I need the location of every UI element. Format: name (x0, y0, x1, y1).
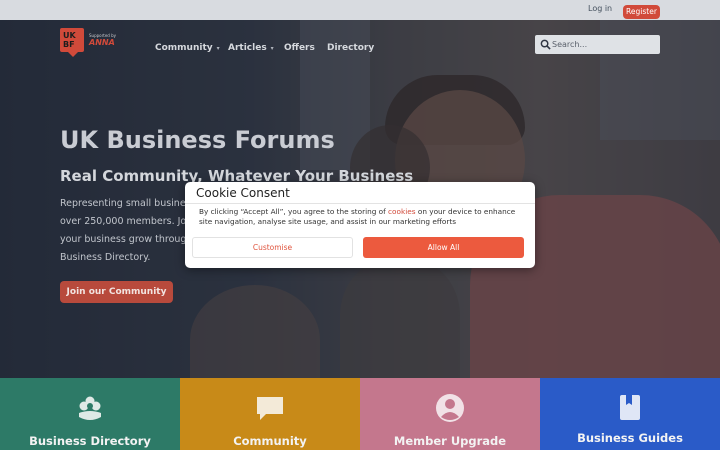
tile-community[interactable]: Community (180, 378, 360, 450)
tile-business-directory[interactable]: Business Directory (0, 378, 180, 450)
nav-item-articles[interactable]: Articles ▾ (228, 43, 274, 53)
chat-icon (257, 397, 283, 420)
cookie-consent-title: Cookie Consent (196, 186, 290, 200)
search-box[interactable] (535, 35, 660, 54)
customise-button[interactable]: Customise (192, 237, 353, 258)
hero-description-line: Representing small business (60, 198, 196, 209)
tile-member-upgrade[interactable]: Member Upgrade (360, 378, 540, 450)
hero-description-line: over 250,000 members. Join (60, 216, 195, 227)
nav-item-directory[interactable]: Directory (327, 43, 374, 53)
cookie-consent-text: By clicking “Accept All”, you agree to t… (199, 207, 529, 227)
nav-label: Community (155, 43, 213, 53)
nav-item-offers[interactable]: Offers (284, 43, 315, 53)
anna-logo: ANNA (89, 38, 115, 47)
search-input[interactable] (552, 37, 652, 52)
hero-description-line: Business Directory. (60, 252, 151, 263)
hero-description-line: your business grow through (60, 234, 193, 245)
register-button[interactable]: Register (623, 5, 660, 19)
tile-label: Member Upgrade (393, 434, 507, 448)
join-community-button[interactable]: Join our Community (60, 281, 173, 303)
tile-label: Community (233, 434, 307, 448)
nav-label: Offers (284, 43, 315, 53)
allow-all-button[interactable]: Allow All (363, 237, 524, 258)
ukbf-logo[interactable]: UK BF (60, 28, 84, 52)
flower-icon (79, 396, 101, 420)
logo-tail (68, 52, 78, 57)
chevron-down-icon: ▾ (216, 45, 220, 52)
nav-label: Articles (228, 43, 267, 53)
tile-label: Business Directory (29, 434, 151, 448)
cookie-consent-dialog: Cookie Consent By clicking “Accept All”,… (185, 182, 535, 268)
hero-title: UK Business Forums (60, 126, 335, 154)
book-icon (620, 395, 640, 420)
login-link[interactable]: Log in (588, 4, 612, 13)
nav-label: Directory (327, 43, 375, 53)
nav-item-community[interactable]: Community ▾ (155, 43, 220, 53)
user-icon (436, 394, 464, 422)
tile-label: Business Guides (577, 431, 683, 445)
search-icon (540, 39, 551, 50)
top-utility-bar: Log in Register (0, 0, 720, 20)
divider (185, 203, 535, 204)
cookie-text-before: By clicking “Accept All”, you agree to t… (199, 207, 389, 216)
tile-business-guides[interactable]: Business Guides (540, 378, 720, 450)
cookies-link[interactable]: cookies (388, 207, 416, 216)
chevron-down-icon: ▾ (270, 45, 274, 52)
